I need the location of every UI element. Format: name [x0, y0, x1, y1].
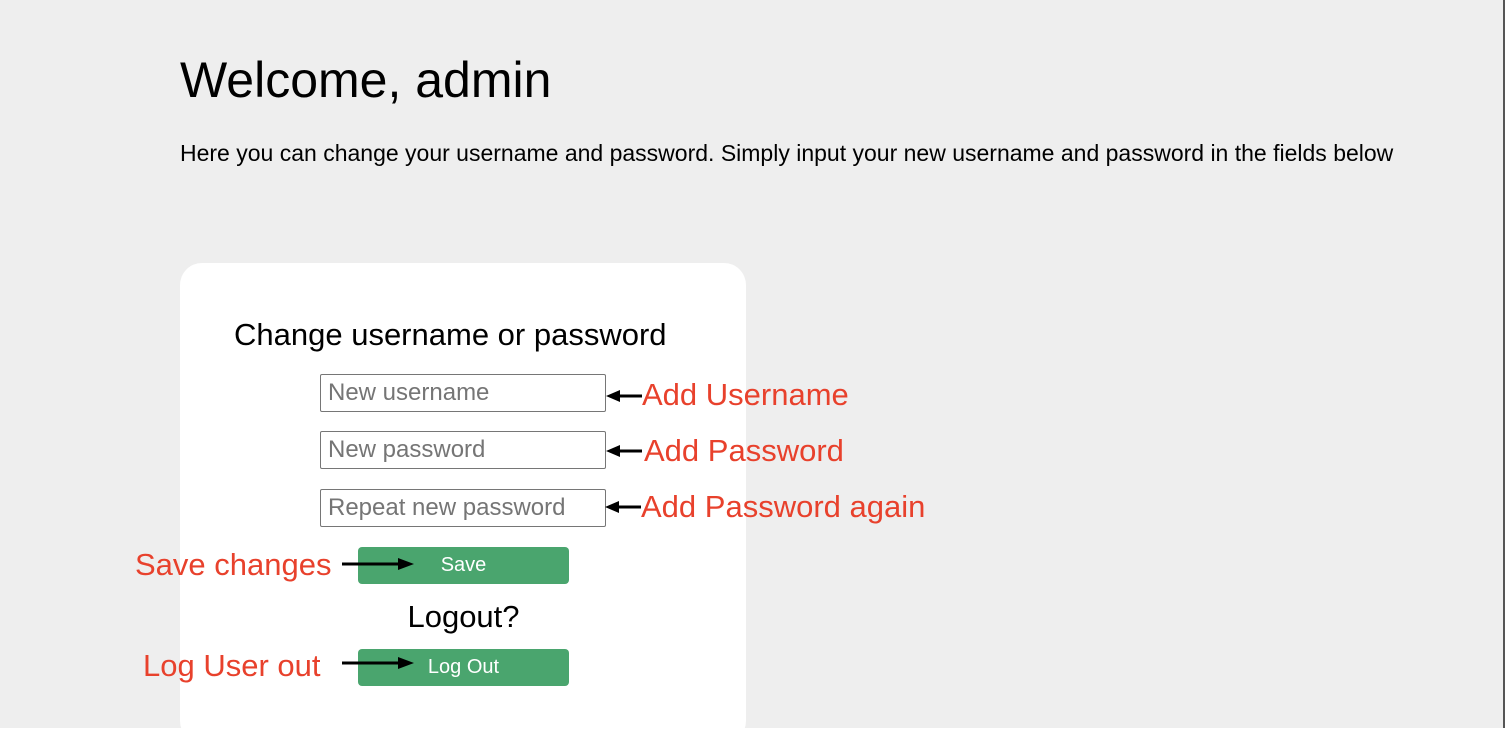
- arrow-left-icon: [605, 501, 641, 513]
- annotation-log-user-out: Log User out: [143, 648, 321, 683]
- page-title: Welcome, admin: [180, 52, 552, 108]
- arrow-right-icon: [342, 657, 414, 669]
- annotation-add-password: Add Password: [644, 433, 844, 468]
- page-background: Welcome, admin Here you can change your …: [0, 0, 1505, 743]
- intro-text: Here you can change your username and pa…: [180, 140, 1394, 166]
- arrow-right-icon: [342, 558, 414, 570]
- form-title: Change username or password: [234, 317, 667, 352]
- annotation-save-changes: Save changes: [135, 547, 332, 582]
- repeat-password-input[interactable]: [320, 489, 606, 527]
- annotation-add-password-again: Add Password again: [641, 489, 926, 524]
- arrow-left-icon: [606, 390, 642, 402]
- new-username-input[interactable]: [320, 374, 606, 412]
- annotation-add-username: Add Username: [642, 377, 849, 412]
- arrow-left-icon: [606, 445, 642, 457]
- new-password-input[interactable]: [320, 431, 606, 469]
- logout-prompt: Logout?: [407, 599, 520, 634]
